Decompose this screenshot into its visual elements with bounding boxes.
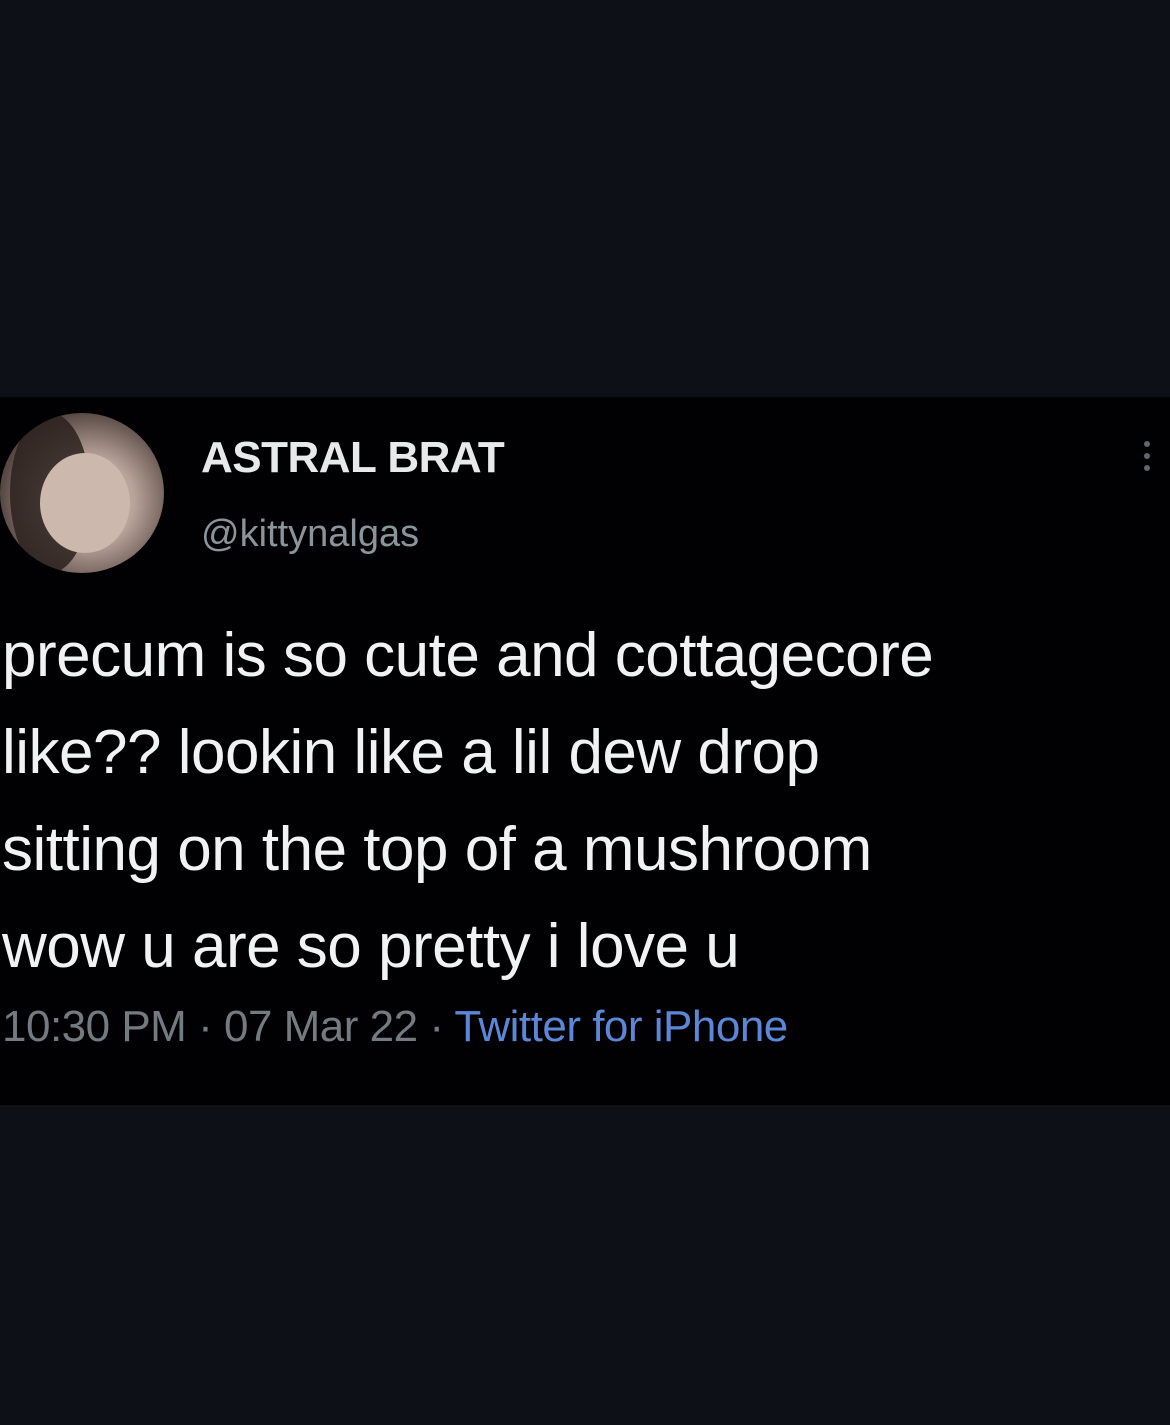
tweet-card: ASTRAL BRAT @kittynalgas precum is so cu…	[0, 397, 1170, 1105]
tweet-line: sitting on the top of a mushroom	[2, 815, 872, 884]
tweet-line: precum is so cute and cottagecore	[2, 621, 934, 690]
tweet-line: wow u are so pretty i love u	[2, 912, 740, 981]
meta-separator: ·	[429, 1002, 444, 1051]
display-name[interactable]: ASTRAL BRAT	[201, 433, 505, 483]
tweet-time[interactable]: 10:30 PM	[2, 1002, 187, 1051]
more-dot	[1144, 441, 1150, 447]
tweet-source-link[interactable]: Twitter for iPhone	[454, 1002, 788, 1051]
meta-separator: ·	[198, 1002, 213, 1051]
user-handle[interactable]: @kittynalgas	[201, 513, 419, 556]
tweet-text: precum is so cute and cottagecore like??…	[2, 607, 1167, 995]
more-options-icon[interactable]	[1144, 441, 1152, 471]
more-dot	[1144, 453, 1150, 459]
tweet-date[interactable]: 07 Mar 22	[224, 1002, 418, 1051]
tweet-meta: 10:30 PM · 07 Mar 22 · Twitter for iPhon…	[2, 1002, 788, 1052]
avatar[interactable]	[0, 413, 164, 573]
avatar-face	[40, 453, 130, 553]
tweet-line: like?? lookin like a lil dew drop	[2, 718, 820, 787]
more-dot	[1144, 465, 1150, 471]
